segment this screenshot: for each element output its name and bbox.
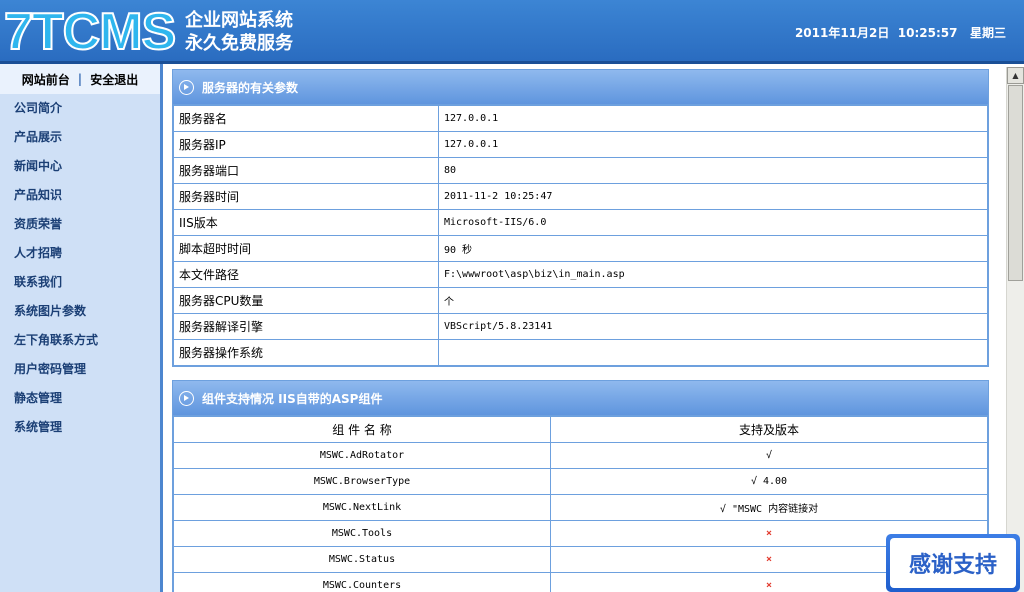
param-label: 本文件路径 [173, 261, 439, 288]
table-row: MSWC.Counters × [173, 572, 988, 592]
components-table: 组 件 名 称支持及版本 MSWC.AdRotator √ MSWC.Browse… [173, 416, 988, 592]
param-value: Microsoft-IIS/6.0 [438, 209, 988, 236]
table-row: 本文件路径 F:\wwwroot\asp\biz\in_main.asp [173, 261, 988, 288]
param-label: 服务器时间 [173, 183, 439, 210]
param-label: 脚本超时时间 [173, 235, 439, 262]
param-value: 个 [438, 287, 988, 314]
component-support: √ [550, 442, 988, 469]
slogan-line-2: 永久免费服务 [185, 33, 293, 54]
sidebar-item-products[interactable]: 产品展示 [0, 123, 160, 152]
main-content: 服务器的有关参数 服务器名 127.0.0.1 服务器IP 127.0.0.1 服务… [163, 64, 1006, 592]
table-row: 服务器解译引擎 VBScript/5.8.23141 [173, 313, 988, 340]
component-name: MSWC.Status [173, 546, 551, 573]
arrow-circle-icon [179, 79, 194, 95]
thanks-badge[interactable]: 感谢支持 [886, 534, 1020, 592]
table-row: 服务器CPU数量 个 [173, 287, 988, 314]
sidebar-item-system[interactable]: 系统管理 [0, 413, 160, 442]
table-row: 服务器名 127.0.0.1 [173, 105, 988, 132]
sidebar-item-corner-contact[interactable]: 左下角联系方式 [0, 326, 160, 355]
table-row: 服务器操作系统 [173, 339, 988, 366]
table-row: 服务器时间 2011-11-2 10:25:47 [173, 183, 988, 210]
table-row: 服务器端口 80 [173, 157, 988, 184]
components-header: 组件支持情况 IIS自带的ASP组件 [173, 381, 988, 416]
component-support: √ "MSWC 内容链接对 [550, 494, 988, 521]
column-header-name: 组 件 名 称 [173, 416, 551, 443]
sidebar-item-image-settings[interactable]: 系统图片参数 [0, 297, 160, 326]
table-header-row: 组 件 名 称支持及版本 [173, 416, 988, 443]
table-row: MSWC.BrowserType √ 4.00 [173, 468, 988, 495]
slogan: 企业网站系统 永久免费服务 [185, 9, 293, 55]
param-value: VBScript/5.8.23141 [438, 313, 988, 340]
component-name: MSWC.NextLink [173, 494, 551, 521]
thanks-badge-text: 感谢支持 [890, 538, 1016, 588]
param-value: 90 秒 [438, 235, 988, 262]
vertical-scrollbar[interactable]: ▲ [1006, 67, 1024, 592]
param-label: 服务器CPU数量 [173, 287, 439, 314]
sidebar-item-honors[interactable]: 资质荣誉 [0, 210, 160, 239]
param-label: 服务器名 [173, 105, 439, 132]
table-row: IIS版本 Microsoft-IIS/6.0 [173, 209, 988, 236]
param-value: 80 [438, 157, 988, 184]
param-label: 服务器解译引擎 [173, 313, 439, 340]
server-params-panel: 服务器的有关参数 服务器名 127.0.0.1 服务器IP 127.0.0.1 服务… [172, 69, 989, 367]
param-label: IIS版本 [173, 209, 439, 236]
component-support: √ 4.00 [550, 468, 988, 495]
sidebar-nav: 公司简介 产品展示 新闻中心 产品知识 资质荣誉 人才招聘 联系我们 系统图片参… [0, 94, 160, 442]
table-row: MSWC.Status × [173, 546, 988, 573]
param-value [438, 339, 988, 366]
header-banner: 7TCMS 企业网站系统 永久免费服务 2011年11月2日 10:25:57 … [0, 0, 1024, 64]
sidebar-item-jobs[interactable]: 人才招聘 [0, 239, 160, 268]
server-params-header: 服务器的有关参数 [173, 70, 988, 105]
table-row: MSWC.Tools × [173, 520, 988, 547]
param-value: F:\wwwroot\asp\biz\in_main.asp [438, 261, 988, 288]
column-header-version: 支持及版本 [550, 416, 988, 443]
front-page-link[interactable]: 网站前台 [22, 71, 70, 88]
components-title: 组件支持情况 IIS自带的ASP组件 [202, 391, 383, 406]
sidebar-top-links: 网站前台 | 安全退出 [0, 64, 160, 94]
logout-link[interactable]: 安全退出 [90, 71, 138, 88]
param-value: 2011-11-2 10:25:47 [438, 183, 988, 210]
sidebar-item-news[interactable]: 新闻中心 [0, 152, 160, 181]
arrow-circle-icon [179, 390, 194, 406]
component-name: MSWC.BrowserType [173, 468, 551, 495]
slogan-line-1: 企业网站系统 [185, 10, 293, 31]
component-name: MSWC.Counters [173, 572, 551, 592]
param-label: 服务器操作系统 [173, 339, 439, 366]
server-params-title: 服务器的有关参数 [202, 80, 299, 95]
table-row: MSWC.AdRotator √ [173, 442, 988, 469]
table-row: MSWC.NextLink √ "MSWC 内容链接对 [173, 494, 988, 521]
sidebar-item-contact[interactable]: 联系我们 [0, 268, 160, 297]
server-params-table: 服务器名 127.0.0.1 服务器IP 127.0.0.1 服务器端口 80 服务器… [173, 105, 988, 366]
sidebar-item-product-knowledge[interactable]: 产品知识 [0, 181, 160, 210]
scrollbar-thumb[interactable] [1008, 85, 1023, 281]
table-row: 服务器IP 127.0.0.1 [173, 131, 988, 158]
param-value: 127.0.0.1 [438, 105, 988, 132]
sidebar-item-password[interactable]: 用户密码管理 [0, 355, 160, 384]
component-name: MSWC.Tools [173, 520, 551, 547]
sidebar-item-static[interactable]: 静态管理 [0, 384, 160, 413]
component-name: MSWC.AdRotator [173, 442, 551, 469]
datetime: 2011年11月2日 10:25:57 星期三 [794, 26, 1006, 40]
logo: 7TCMS [3, 3, 177, 61]
param-value: 127.0.0.1 [438, 131, 988, 158]
param-label: 服务器端口 [173, 157, 439, 184]
table-row: 脚本超时时间 90 秒 [173, 235, 988, 262]
sidebar-item-company-intro[interactable]: 公司简介 [0, 94, 160, 123]
scroll-up-arrow-icon[interactable]: ▲ [1007, 67, 1024, 84]
sidebar: 网站前台 | 安全退出 公司简介 产品展示 新闻中心 产品知识 资质荣誉 人才招… [0, 64, 163, 592]
param-label: 服务器IP [173, 131, 439, 158]
components-panel: 组件支持情况 IIS自带的ASP组件 组 件 名 称支持及版本 MSWC.AdR… [172, 380, 989, 592]
link-separator: | [77, 72, 83, 86]
